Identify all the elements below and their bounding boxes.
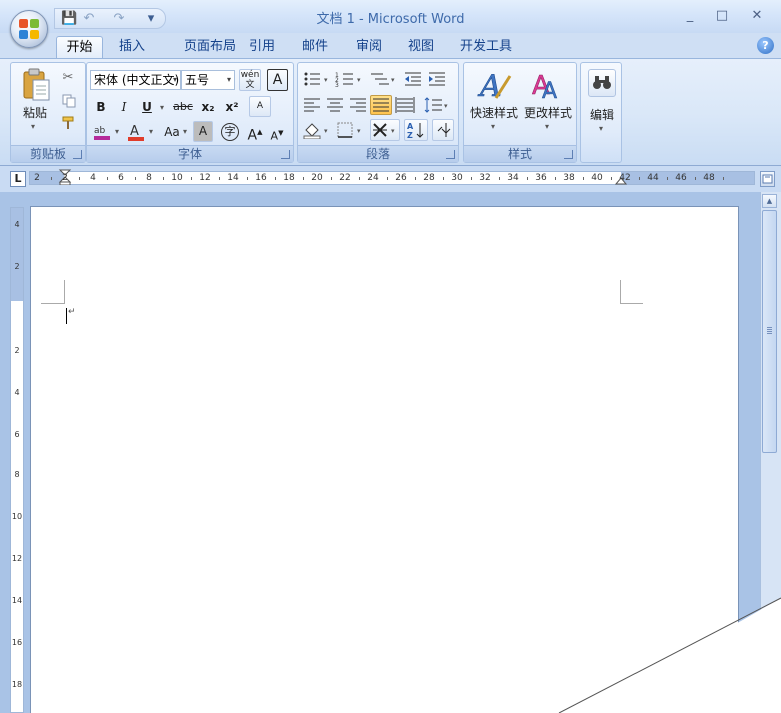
page-curl-overlay [558, 597, 781, 713]
office-logo-icon [19, 19, 40, 40]
office-button[interactable] [10, 10, 48, 48]
